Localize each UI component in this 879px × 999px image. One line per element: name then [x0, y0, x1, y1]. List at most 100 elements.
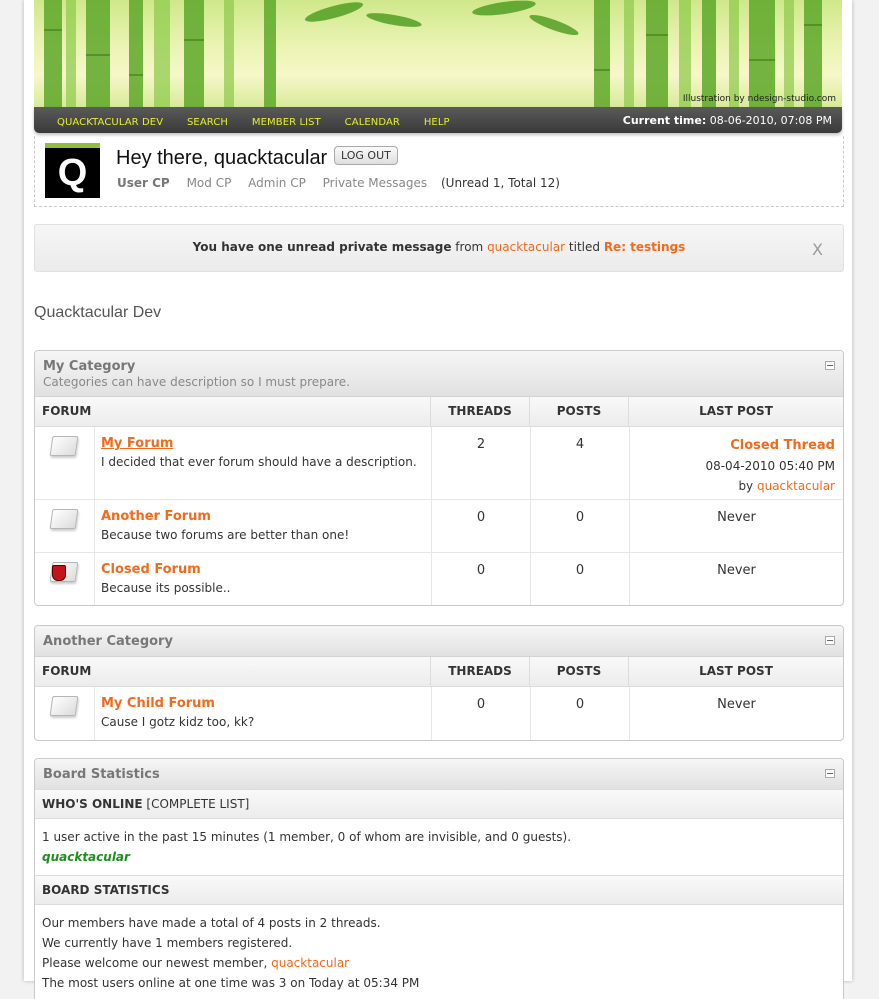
whos-online-body: 1 user active in the past 15 minutes (1 … [35, 819, 843, 875]
page: Illustration by ndesign-studio.com QUACK… [24, 0, 852, 999]
board-title: Quacktacular Dev [34, 304, 162, 321]
forum-last-post: Never [717, 563, 756, 578]
whos-online-label: WHO'S ONLINE [42, 797, 143, 811]
bamboo-illustration [44, 0, 822, 107]
forum-posts: 0 [531, 553, 630, 605]
avatar[interactable]: Q [45, 143, 100, 198]
board-statistics-body: Our members have made a total of 4 posts… [35, 905, 843, 999]
forum-locked-icon [52, 565, 66, 581]
forum-link[interactable]: Closed Forum [101, 562, 425, 577]
forum-description: I decided that ever forum should have a … [101, 455, 417, 469]
forum-last-post: Never [717, 510, 756, 525]
close-icon[interactable]: X [812, 240, 823, 259]
pm-notice-titled: titled [568, 240, 600, 254]
forum-link[interactable]: My Child Forum [101, 696, 425, 711]
forum-posts: 0 [531, 500, 630, 552]
board-statistics: Board Statistics WHO'S ONLINE [COMPLETE … [34, 758, 844, 999]
forum-posts: 4 [531, 427, 630, 499]
forum-description: Because two forums are better than one! [101, 528, 350, 542]
col-threads: THREADS [431, 397, 530, 426]
stats-header: Board Statistics [35, 759, 843, 789]
forum-row: My Child Forum Cause I gotz kidz too, kk… [35, 687, 843, 740]
collapse-icon[interactable] [825, 636, 835, 645]
forum-status [35, 553, 95, 605]
board-statistics-label: BOARD STATISTICS [42, 883, 170, 897]
collapse-icon[interactable] [825, 769, 835, 778]
current-time-value: 08-06-2010, 07:08 PM [709, 114, 832, 127]
stats-members-line: We currently have 1 members registered. [42, 936, 293, 950]
forum-link[interactable]: Another Forum [101, 509, 425, 524]
stats-newest-line: Please welcome our newest member, quackt… [42, 953, 836, 973]
column-headers: FORUM THREADS POSTS LAST POST [35, 657, 843, 687]
forum-read-icon [49, 696, 79, 716]
private-messages-link[interactable]: Private Messages [323, 176, 428, 190]
forum-row: Another Forum Because two forums are bet… [35, 500, 843, 553]
category-header: My Category Categories can have descript… [35, 351, 843, 397]
forum-last-post: Closed Thread 08-04-2010 05:40 PM by qua… [630, 427, 843, 499]
nav-link-calendar[interactable]: CALENDAR [345, 117, 400, 128]
category-name[interactable]: Another Category [43, 634, 835, 649]
stats-title: Board Statistics [43, 767, 160, 782]
forum-status [35, 687, 95, 740]
stats-posts-line: Our members have made a total of 4 posts… [42, 916, 381, 930]
pm-notice-from: from [455, 240, 484, 254]
forum-link[interactable]: My Forum [101, 436, 425, 451]
category-header: Another Category [35, 626, 843, 657]
forum-threads: 2 [432, 427, 531, 499]
forum-description: Cause I gotz kidz too, kk? [101, 715, 255, 729]
forum-read-icon [49, 436, 79, 456]
last-post-by: by [738, 479, 754, 493]
logout-button[interactable]: LOG OUT [334, 146, 398, 165]
mod-cp-link[interactable]: Mod CP [187, 176, 232, 190]
nav-link-search[interactable]: SEARCH [187, 117, 228, 128]
pm-counts: (Unread 1, Total 12) [440, 176, 560, 190]
col-forum: FORUM [35, 397, 431, 426]
pm-notice: You have one unread private message from… [34, 224, 844, 272]
forum-row: My Forum I decided that ever forum shoul… [35, 427, 843, 500]
admin-cp-link[interactable]: Admin CP [248, 176, 306, 190]
welcome-panel: Q Hey there, quacktacular LOG OUT User C… [34, 136, 844, 207]
category-description: Categories can have description so I mus… [43, 375, 350, 389]
nav-link-home[interactable]: QUACKTACULAR DEV [57, 117, 163, 128]
whos-online-header: WHO'S ONLINE [COMPLETE LIST] [35, 789, 843, 819]
collapse-icon[interactable] [825, 361, 835, 370]
header-banner: Illustration by ndesign-studio.com [34, 0, 842, 107]
col-forum: FORUM [35, 657, 431, 686]
nav-link-help[interactable]: HELP [424, 117, 450, 128]
forum-threads: 0 [432, 553, 531, 605]
stats-record-line: The most users online at one time was 3 … [42, 976, 420, 990]
nav-links: QUACKTACULAR DEV SEARCH MEMBER LIST CALE… [57, 114, 470, 128]
greeting: Hey there, quacktacular [116, 147, 328, 169]
col-threads: THREADS [431, 657, 530, 686]
forum-row: Closed Forum Because its possible.. 0 0 … [35, 553, 843, 605]
forum-last-post: Never [717, 697, 756, 712]
board-statistics-header: BOARD STATISTICS [35, 875, 843, 905]
nav-link-member-list[interactable]: MEMBER LIST [252, 117, 321, 128]
forum-description: Because its possible.. [101, 581, 231, 595]
pm-notice-lead: You have one unread private message [192, 240, 452, 254]
last-post-date: 08-04-2010 05:40 PM [705, 459, 835, 473]
online-user-link[interactable]: quacktacular [42, 847, 836, 867]
col-last-post: LAST POST [699, 664, 773, 678]
top-navigation-bar: QUACKTACULAR DEV SEARCH MEMBER LIST CALE… [34, 107, 842, 133]
last-post-thread-link[interactable]: Closed Thread [638, 436, 835, 456]
newest-member-link[interactable]: quacktacular [271, 956, 349, 970]
user-cp-link[interactable]: User CP [117, 176, 170, 190]
illustration-credit[interactable]: Illustration by ndesign-studio.com [683, 94, 836, 104]
col-posts: POSTS [530, 657, 629, 686]
pm-sender-link[interactable]: quacktacular [487, 240, 565, 254]
col-last-post: LAST POST [699, 404, 773, 418]
complete-list-link[interactable]: [COMPLETE LIST] [146, 797, 249, 811]
forum-status [35, 427, 95, 499]
forum-read-icon [49, 509, 79, 529]
last-post-user-link[interactable]: quacktacular [757, 479, 835, 493]
forum-threads: 0 [432, 500, 531, 552]
current-time-label: Current time: [622, 114, 707, 127]
category-name[interactable]: My Category [43, 359, 835, 374]
stats-newest-text: Please welcome our newest member, [42, 956, 268, 970]
user-links: User CP Mod CP Admin CP Private Messages… [117, 176, 560, 190]
pm-title-link[interactable]: Re: testings [604, 240, 686, 254]
forum-posts: 0 [531, 687, 630, 740]
active-users-text: 1 user active in the past 15 minutes (1 … [42, 830, 572, 844]
current-time: Current time: 08-06-2010, 07:08 PM [623, 114, 832, 127]
